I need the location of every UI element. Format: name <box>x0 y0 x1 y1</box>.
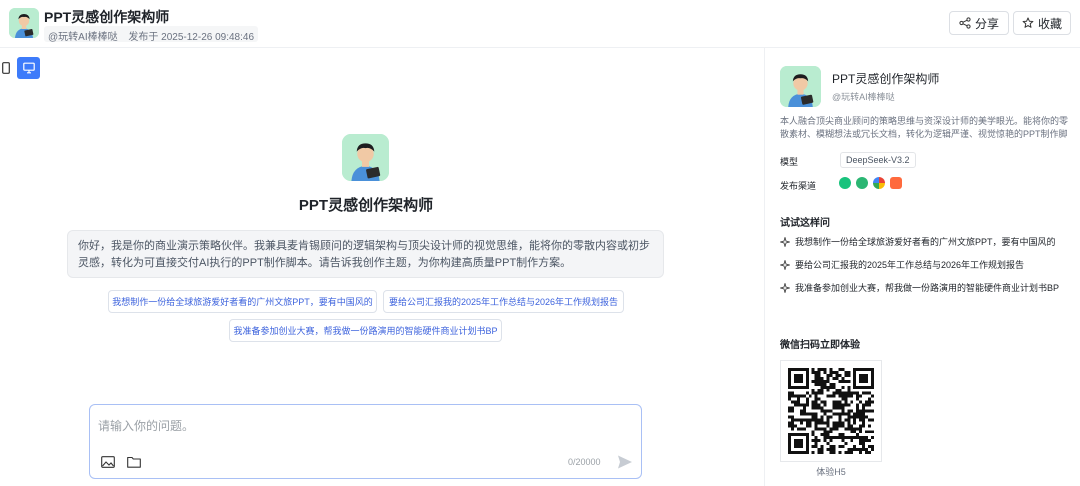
try-question-text: 要给公司汇报我的2025年工作总结与2026年工作规划报告 <box>795 260 1025 270</box>
sparkle-icon <box>780 237 790 247</box>
sparkle-icon <box>780 260 790 270</box>
try-question[interactable]: 我准备参加创业大赛，帮我做一份路演用的智能硬件商业计划书BP <box>780 282 1070 294</box>
bot-avatar-large <box>342 134 389 181</box>
model-label: 模型 <box>780 157 799 167</box>
qr-caption: 体验H5 <box>816 467 846 477</box>
star-icon <box>1022 17 1034 28</box>
suggestion-chip[interactable]: 要给公司汇报我的2025年工作总结与2026年工作规划报告 <box>383 290 624 313</box>
bot-author[interactable]: @玩转AI棒棒哒 <box>832 90 895 103</box>
desktop-icon <box>22 62 35 74</box>
suggestion-chip[interactable]: 我准备参加创业大赛，帮我做一份路演用的智能硬件商业计划书BP <box>229 319 502 342</box>
send-icon[interactable] <box>617 454 633 470</box>
folder-upload-icon[interactable] <box>127 456 141 468</box>
share-button[interactable]: 分享 <box>949 11 1009 35</box>
try-question[interactable]: 我想制作一份给全球旅游爱好者看的广州文旅PPT，要有中国风的 <box>780 236 1070 248</box>
greeting-message: 你好，我是你的商业演示策略伙伴。我兼具麦肯锡顾问的逻辑架构与顶尖设计师的视觉思维… <box>67 230 664 278</box>
chat-composer: 0/20000 <box>89 404 642 479</box>
chat-input[interactable] <box>98 419 618 433</box>
qr-section-title: 微信扫码立即体验 <box>780 340 860 351</box>
char-counter: 0/20000 <box>568 457 601 467</box>
model-badge: DeepSeek-V3.2 <box>840 152 916 168</box>
bot-title: PPT灵感创作架构师 <box>298 197 434 214</box>
share-icon <box>959 17 971 29</box>
favorite-label: 收藏 <box>1037 16 1062 31</box>
favorite-button[interactable]: 收藏 <box>1013 11 1071 35</box>
channel-icon[interactable] <box>890 177 902 189</box>
author-meta: @玩转AI棒棒哒 发布于 2025-12-26 09:48:46 <box>44 26 259 43</box>
share-label: 分享 <box>974 16 999 31</box>
suggestion-chip[interactable]: 我想制作一份给全球旅游爱好者看的广州文旅PPT，要有中国风的 <box>108 290 377 313</box>
try-question-text: 我想制作一份给全球旅游爱好者看的广州文旅PPT，要有中国风的 <box>795 237 1056 247</box>
bot-avatar <box>9 8 39 38</box>
qr-code <box>780 360 882 462</box>
author-name[interactable]: @玩转AI棒棒哒 <box>48 32 118 43</box>
try-question[interactable]: 要给公司汇报我的2025年工作总结与2026年工作规划报告 <box>780 259 1070 271</box>
try-section-title: 试试这样问 <box>780 218 830 229</box>
channel-icon[interactable] <box>856 177 868 189</box>
try-question-text: 我准备参加创业大赛，帮我做一份路演用的智能硬件商业计划书BP <box>795 283 1060 293</box>
desktop-view-toggle[interactable] <box>17 57 40 79</box>
mobile-icon <box>2 62 10 74</box>
image-upload-icon[interactable] <box>101 456 115 468</box>
bot-avatar <box>780 66 821 107</box>
channel-icon[interactable] <box>839 177 851 189</box>
bot-info-panel: PPT灵感创作架构师 @玩转AI棒棒哒 本人融合顶尖商业顾问的策略思维与资深设计… <box>764 48 1080 486</box>
channel-list <box>839 177 902 189</box>
channel-label: 发布渠道 <box>780 181 817 191</box>
bot-description: 本人融合顶尖商业顾问的策略思维与资深设计师的美学眼光。能将你的零散素材、模糊想法… <box>780 116 1069 139</box>
top-header: PPT灵感创作架构师 @玩转AI棒棒哒 发布于 2025-12-26 09:48… <box>0 0 1080 48</box>
channel-icon[interactable] <box>873 177 885 189</box>
bot-name: PPT灵感创作架构师 <box>832 72 940 86</box>
mobile-view-toggle[interactable] <box>0 57 12 79</box>
page-title: PPT灵感创作架构师 <box>44 9 170 25</box>
publish-time: 发布于 2025-12-26 09:48:46 <box>128 32 255 43</box>
sparkle-icon <box>780 283 790 293</box>
